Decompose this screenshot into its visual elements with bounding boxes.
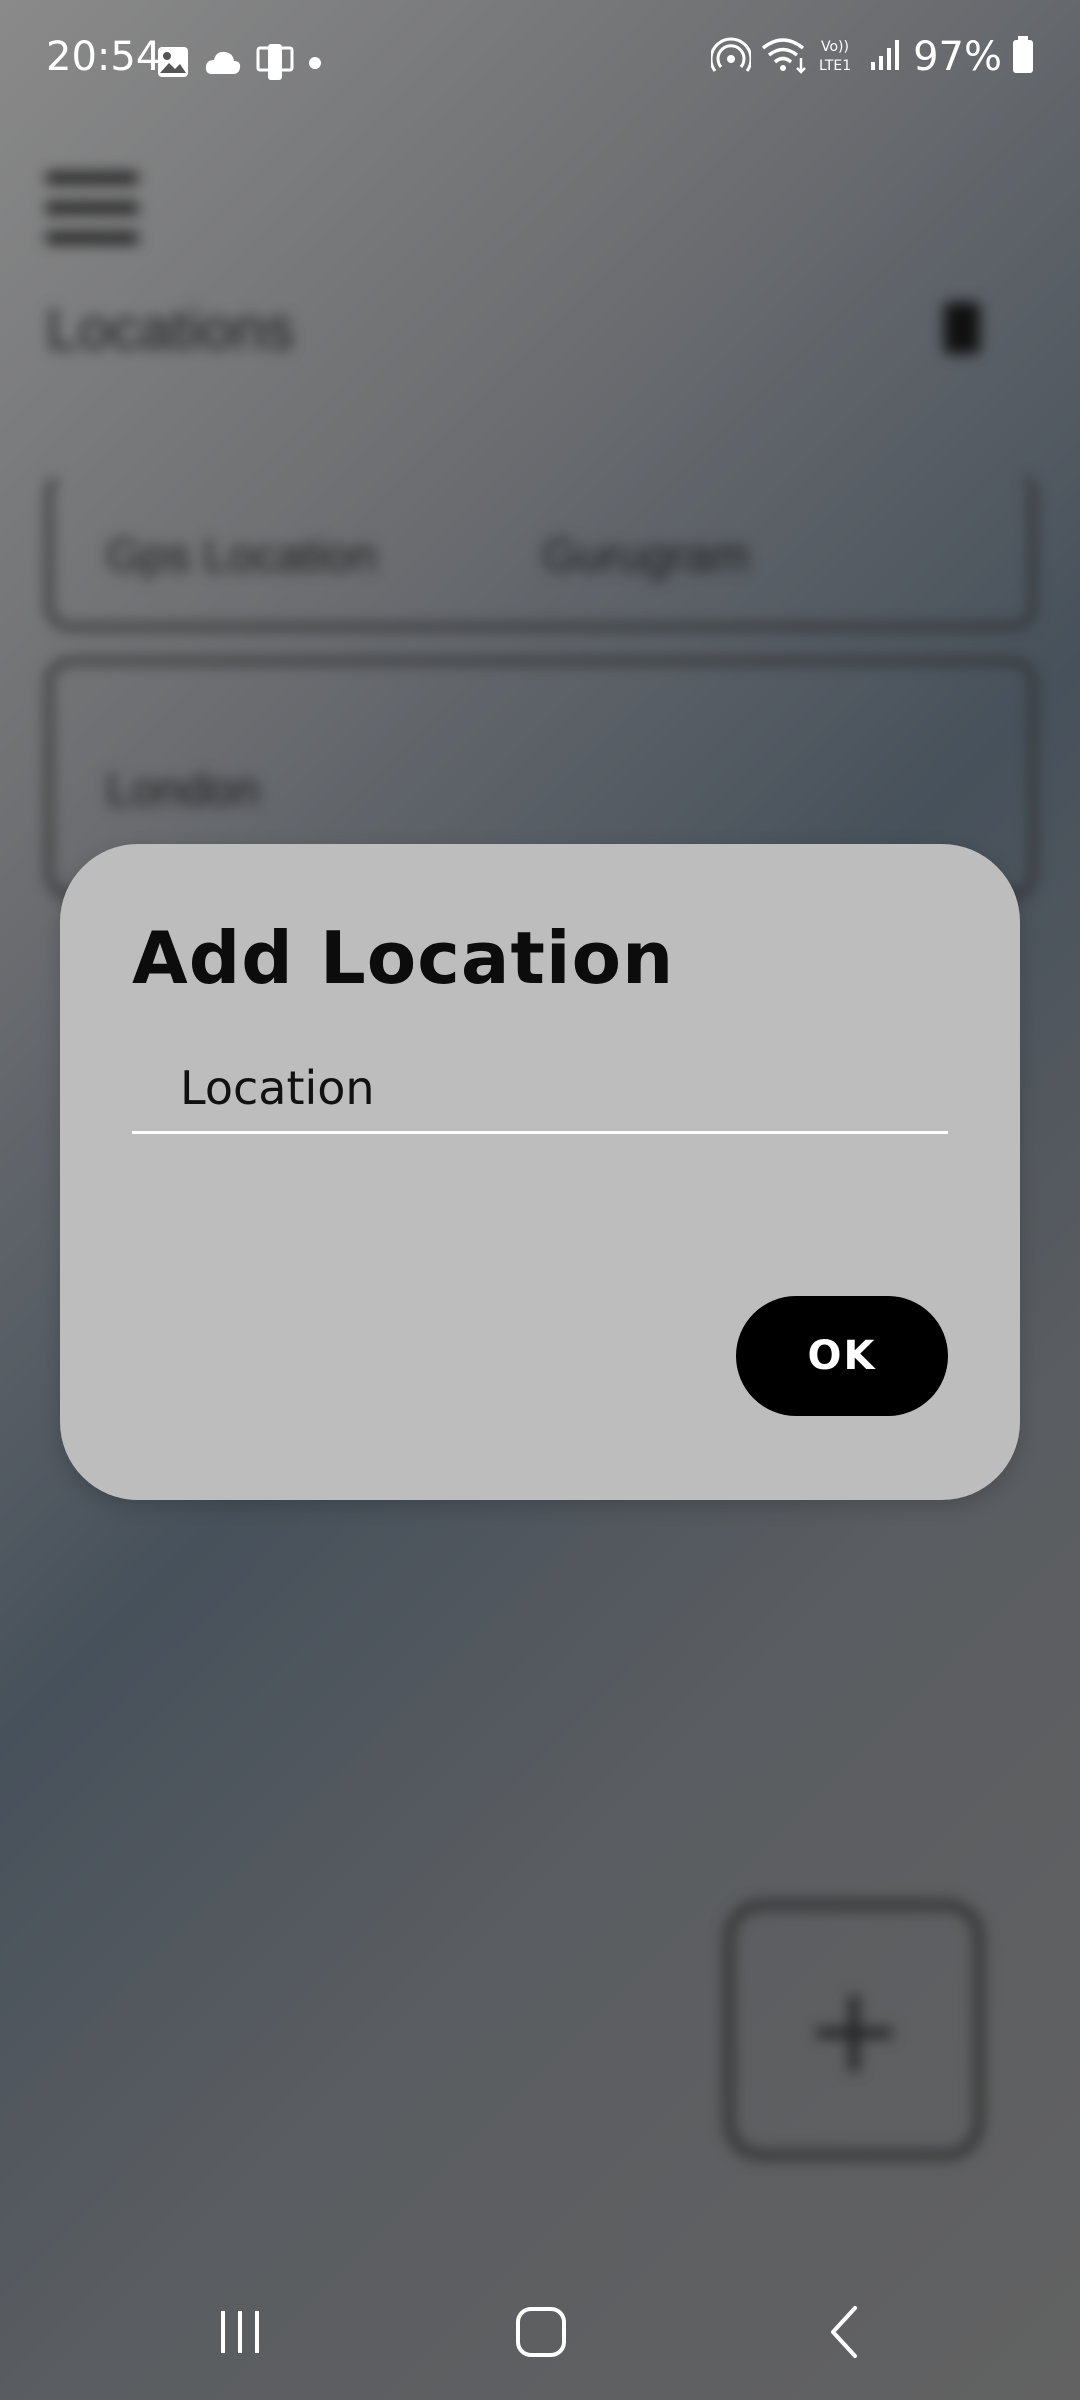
add-location-fab: + [724,1900,984,2160]
screen: 20:54 Vo)) LTE1 97% Locations Gps Locati… [0,0,1080,2400]
recents-button[interactable] [195,2294,285,2374]
page-title: Locations [46,297,295,362]
location-item: Gps Location [106,529,378,581]
image-icon [156,45,190,83]
dialog-title: Add Location [132,916,675,1000]
cloud-icon [204,48,242,80]
back-button[interactable] [800,2294,890,2374]
status-time: 20:54 [46,34,162,80]
dot-icon [308,55,322,74]
back-icon [825,2304,865,2364]
hotspot-icon [709,37,753,77]
battery-percentage: 97% [913,34,1002,80]
home-icon [514,2305,568,2363]
wifi-icon [761,36,809,78]
status-system-icons: Vo)) LTE1 97% [709,34,1034,80]
status-bar: 20:54 Vo)) LTE1 97% [0,0,1080,124]
location-item: Gurugram [542,529,750,581]
trash-icon [944,302,980,354]
location-input[interactable] [132,1044,948,1134]
recents-icon [215,2307,265,2361]
location-card: Gps Location Gurugram [46,470,1036,630]
home-button[interactable] [496,2294,586,2374]
status-notification-icons [156,44,322,84]
volte-icon: Vo)) LTE1 [819,36,859,78]
location-item: London [106,763,260,815]
menu-icon [46,172,138,252]
battery-icon [1012,36,1034,78]
signal-icon [869,38,903,76]
device-icon [256,44,294,84]
add-location-dialog: Add Location OK [60,844,1020,1500]
svg-text:LTE1: LTE1 [819,58,851,74]
navigation-bar [0,2266,1080,2400]
plus-icon: + [803,1960,905,2100]
svg-text:Vo)): Vo)) [821,39,849,55]
ok-button[interactable]: OK [736,1296,948,1416]
